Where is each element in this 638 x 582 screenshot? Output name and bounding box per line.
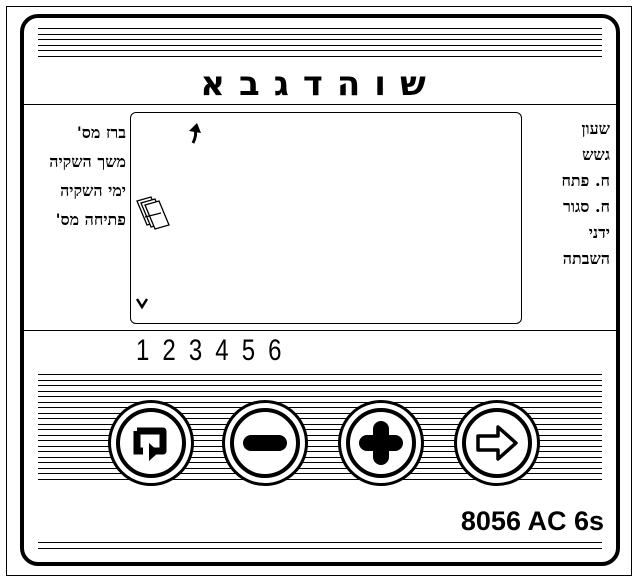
label-hour-close: ח. סגור <box>563 197 610 216</box>
minus-icon <box>243 435 287 451</box>
cycle-icon <box>133 427 167 461</box>
label-manual: ידני <box>588 223 610 242</box>
model-number: 8056 AC 6s <box>460 506 604 536</box>
cycle-button-face <box>116 408 186 478</box>
device-title: שוהדגבא <box>200 64 440 104</box>
title-divider <box>24 104 616 105</box>
label-opening-number: פתיחה מס' <box>55 210 126 229</box>
next-button-face <box>462 408 532 478</box>
cycle-button[interactable] <box>108 400 194 486</box>
screen-divider <box>24 330 616 331</box>
down-chevron-icon <box>135 298 149 310</box>
lcd-content <box>135 123 201 310</box>
label-irrigation-duration: משך השקיה <box>49 152 126 171</box>
valve-6: 6 <box>268 334 285 367</box>
right-label-column: שעון גשש ח. פתח ח. סגור ידני השבתה <box>530 116 610 272</box>
lcd-display <box>130 112 522 324</box>
minus-button[interactable] <box>222 400 308 486</box>
calendar-icon <box>136 196 170 230</box>
valve-4: 4 <box>215 334 232 367</box>
plus-icon <box>359 421 403 465</box>
up-arrow-icon <box>189 123 201 144</box>
label-disable: השבתה <box>562 249 610 268</box>
valve-1: 1 <box>136 334 153 367</box>
left-label-column: ברז מס' משך השקיה ימי השקיה פתיחה מס' <box>24 118 126 234</box>
top-stripes <box>38 28 602 61</box>
device-frame: שוהדגבא ברז מס' משך השקיה ימי השקיה פתיח… <box>0 0 638 582</box>
valve-5: 5 <box>241 334 259 367</box>
plus-button[interactable] <box>338 400 424 486</box>
valve-number-row: 1 2 3 4 5 6 <box>136 334 285 368</box>
label-sensor: גשש <box>582 145 610 164</box>
label-irrigation-days: ימי השקיה <box>60 181 126 200</box>
valve-2: 2 <box>162 334 179 367</box>
minus-button-face <box>230 408 300 478</box>
next-button[interactable] <box>454 400 540 486</box>
plus-button-face <box>346 408 416 478</box>
controller-panel: שוהדגבא ברז מס' משך השקיה ימי השקיה פתיח… <box>20 14 620 566</box>
label-valve-number: ברז מס' <box>76 123 126 142</box>
label-hour-open: ח. פתח <box>561 171 610 190</box>
arrow-right-icon <box>476 425 518 461</box>
bottom-stripes <box>38 542 602 553</box>
label-clock: שעון <box>581 119 610 138</box>
valve-3: 3 <box>188 334 206 367</box>
